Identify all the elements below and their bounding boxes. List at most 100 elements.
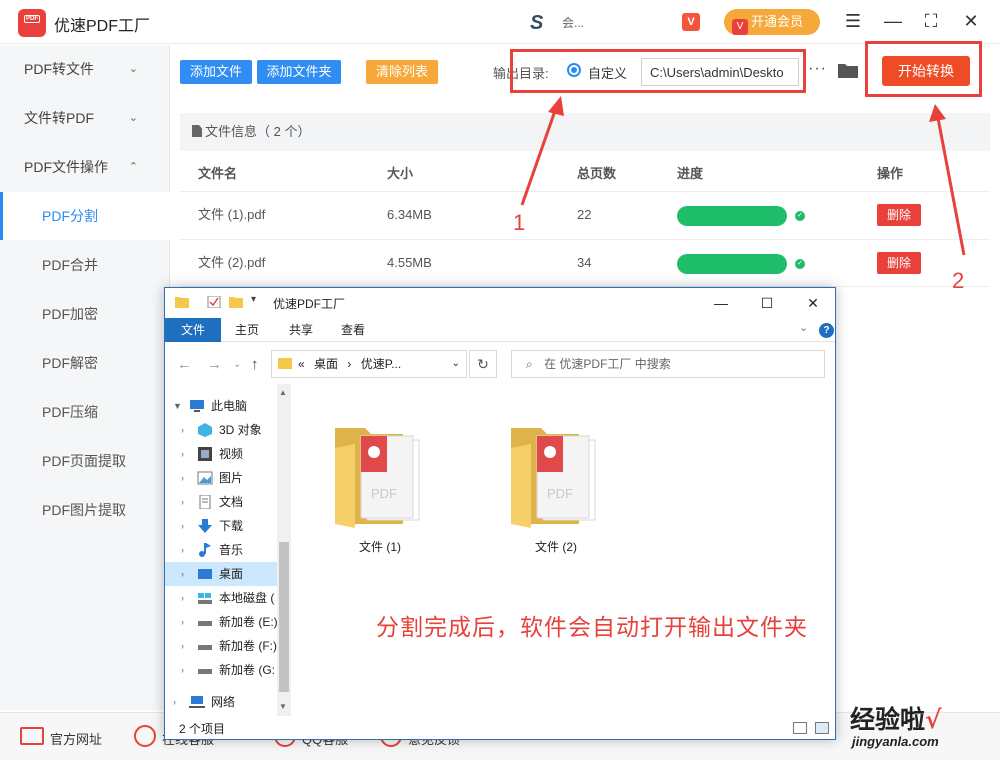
file-name-cell: 文件 (1).pdf bbox=[198, 207, 266, 222]
ribbon-tab-view[interactable]: 查看 bbox=[333, 318, 373, 342]
tree-item-documents[interactable]: › 文档 bbox=[165, 490, 277, 514]
ribbon-tab-share[interactable]: 共享 bbox=[281, 318, 321, 342]
address-back: « bbox=[298, 357, 305, 371]
nav-pane-scrollbar[interactable]: ▲ ▼ bbox=[277, 384, 291, 716]
tree-item-downloads[interactable]: › 下载 bbox=[165, 514, 277, 538]
sidebar-item-pdf-page-extract[interactable]: PDF页面提取 bbox=[0, 437, 170, 485]
address-dropdown-icon[interactable]: ⌄ bbox=[452, 351, 460, 377]
annotation-caption: 分割完成后，软件会自动打开输出文件夹 bbox=[376, 614, 808, 640]
sidebar-item-pdf-split[interactable]: PDF分割 bbox=[0, 192, 170, 240]
tree-item-this-pc[interactable]: ▼ 此电脑 bbox=[165, 394, 277, 418]
back-arrow-icon[interactable]: ← bbox=[177, 356, 192, 373]
properties-icon[interactable] bbox=[207, 296, 221, 308]
tree-item-3d-objects[interactable]: › 3D 对象 bbox=[165, 418, 277, 442]
vip-crown-icon: V bbox=[732, 19, 748, 35]
address-bar[interactable]: « 桌面 › 优速P... ⌄ bbox=[271, 350, 467, 378]
refresh-icon[interactable]: ↻ bbox=[469, 350, 497, 378]
sidebar-item-pdf-compress[interactable]: PDF压缩 bbox=[0, 388, 170, 436]
watermark-url: jingyanla.com bbox=[852, 734, 939, 749]
app-title: 优速PDF工厂 bbox=[54, 18, 151, 35]
tree-label: 视频 bbox=[219, 447, 244, 461]
add-file-button[interactable]: 添加文件 bbox=[180, 60, 252, 84]
scroll-thumb[interactable] bbox=[279, 542, 289, 692]
close-icon[interactable]: ✕ bbox=[960, 10, 982, 32]
add-folder-button[interactable]: 添加文件夹 bbox=[257, 60, 341, 84]
vip-button-label: 开通会员 bbox=[751, 14, 804, 29]
sidebar-group-pdf-to-file[interactable]: PDF转文件 ⌄ bbox=[0, 45, 170, 93]
tree-item-local-disk[interactable]: › 本地磁盘 ( bbox=[165, 586, 277, 610]
tree-item-videos[interactable]: › 视频 bbox=[165, 442, 277, 466]
disk-icon bbox=[198, 593, 212, 604]
sidebar-item-pdf-merge[interactable]: PDF合并 bbox=[0, 241, 170, 289]
user-name[interactable]: 会... bbox=[562, 14, 584, 31]
explorer-minimize-icon[interactable]: — bbox=[711, 293, 731, 313]
explorer-ribbon: 文件 主页 共享 查看 ⌄ ? bbox=[165, 318, 835, 342]
more-options-icon[interactable]: ··· bbox=[808, 60, 827, 78]
tree-item-volume-e[interactable]: › 新加卷 (E:) bbox=[165, 610, 277, 634]
table-row: 文件 (2).pdf 4.55MB 34 ✓ 删除 bbox=[180, 239, 990, 287]
tree-item-volume-g[interactable]: › 新加卷 (G: bbox=[165, 658, 277, 682]
sidebar-item-pdf-decrypt[interactable]: PDF解密 bbox=[0, 339, 170, 387]
start-convert-button[interactable]: 开始转换 bbox=[882, 56, 970, 86]
vip-badge-icon[interactable]: V bbox=[682, 13, 700, 31]
clear-list-button[interactable]: 清除列表 bbox=[366, 60, 438, 84]
pdf-folder-icon: PDF bbox=[511, 428, 596, 528]
tree-item-network[interactable]: › 网络 bbox=[165, 690, 277, 714]
output-dir-label: 输出目录: bbox=[493, 66, 549, 81]
help-icon[interactable]: ? bbox=[819, 323, 834, 338]
scroll-down-icon[interactable]: ▼ bbox=[279, 702, 287, 711]
details-view-icon[interactable] bbox=[793, 722, 807, 734]
up-arrow-icon[interactable]: ↑ bbox=[251, 356, 259, 373]
ribbon-tab-file[interactable]: 文件 bbox=[165, 318, 221, 342]
ribbon-expand-icon[interactable]: ⌄ bbox=[799, 321, 808, 334]
tree-label: 3D 对象 bbox=[219, 423, 262, 437]
address-segment-folder[interactable]: 优速P... bbox=[361, 357, 401, 371]
recent-dropdown-icon[interactable]: ⌄ bbox=[233, 359, 241, 370]
address-segment-desktop[interactable]: 桌面 bbox=[314, 357, 338, 371]
page-count-cell: 22 bbox=[577, 207, 592, 222]
tree-label: 文档 bbox=[219, 495, 244, 509]
tree-label: 本地磁盘 ( bbox=[219, 591, 275, 605]
cube-icon bbox=[198, 423, 212, 437]
tree-item-music[interactable]: › 音乐 bbox=[165, 538, 277, 562]
new-folder-icon[interactable] bbox=[229, 296, 243, 308]
folder-icon bbox=[175, 297, 189, 308]
search-input[interactable]: ⌕ 在 优速PDF工厂 中搜索 bbox=[511, 350, 825, 378]
folder-item[interactable]: PDF 文件 (2) bbox=[501, 404, 611, 554]
navigation-pane: ▼ 此电脑 › 3D 对象 › 视频 › 图片 › 文档 › 下载 › 音乐 ›… bbox=[165, 384, 293, 716]
watermark-logo: 经验啦√ bbox=[850, 700, 941, 736]
maximize-icon[interactable]: ⛶ bbox=[920, 10, 942, 32]
sidebar-group-pdf-operations[interactable]: PDF文件操作 ⌃ bbox=[0, 143, 170, 191]
ribbon-tab-home[interactable]: 主页 bbox=[227, 318, 267, 342]
tree-label: 新加卷 (E:) bbox=[219, 615, 277, 629]
explorer-maximize-icon[interactable]: ☐ bbox=[757, 293, 777, 313]
tree-label: 音乐 bbox=[219, 543, 244, 557]
sidebar-item-label: PDF压缩 bbox=[42, 404, 98, 420]
output-path-input[interactable] bbox=[641, 58, 799, 86]
sidebar-group-file-to-pdf[interactable]: 文件转PDF ⌄ bbox=[0, 94, 170, 142]
sidebar-item-pdf-encrypt[interactable]: PDF加密 bbox=[0, 290, 170, 338]
menu-icon[interactable]: ☰ bbox=[842, 10, 864, 32]
open-folder-icon[interactable] bbox=[838, 62, 858, 78]
delete-button[interactable]: 删除 bbox=[877, 252, 921, 274]
file-list-panel: 文件信息（ 2 个） 文件名 大小 总页数 进度 操作 文件 (1).pdf 6… bbox=[180, 113, 990, 293]
official-site-link[interactable]: 官方网址 bbox=[50, 729, 102, 748]
custom-dir-radio[interactable] bbox=[567, 63, 581, 77]
forward-arrow-icon[interactable]: → bbox=[207, 356, 222, 373]
table-row: 文件 (1).pdf 6.34MB 22 ✓ 删除 bbox=[180, 191, 990, 239]
scroll-up-icon[interactable]: ▲ bbox=[279, 388, 287, 397]
minimize-icon[interactable]: — bbox=[882, 10, 904, 32]
explorer-close-icon[interactable]: ✕ bbox=[803, 293, 823, 313]
delete-button[interactable]: 删除 bbox=[877, 204, 921, 226]
quick-access-dropdown-icon[interactable]: ▾ bbox=[251, 294, 256, 305]
custom-dir-radio-label[interactable]: 自定义 bbox=[588, 63, 627, 82]
sidebar-item-pdf-image-extract[interactable]: PDF图片提取 bbox=[0, 486, 170, 534]
tree-label: 桌面 bbox=[219, 567, 244, 581]
website-icon bbox=[20, 727, 44, 745]
vip-button[interactable]: V 开通会员 bbox=[724, 9, 820, 35]
folder-item[interactable]: PDF 文件 (1) bbox=[325, 404, 435, 554]
tree-item-desktop[interactable]: › 桌面 bbox=[165, 562, 277, 586]
tree-item-volume-f[interactable]: › 新加卷 (F:) bbox=[165, 634, 277, 658]
large-icons-view-icon[interactable] bbox=[815, 722, 829, 734]
tree-item-pictures[interactable]: › 图片 bbox=[165, 466, 277, 490]
